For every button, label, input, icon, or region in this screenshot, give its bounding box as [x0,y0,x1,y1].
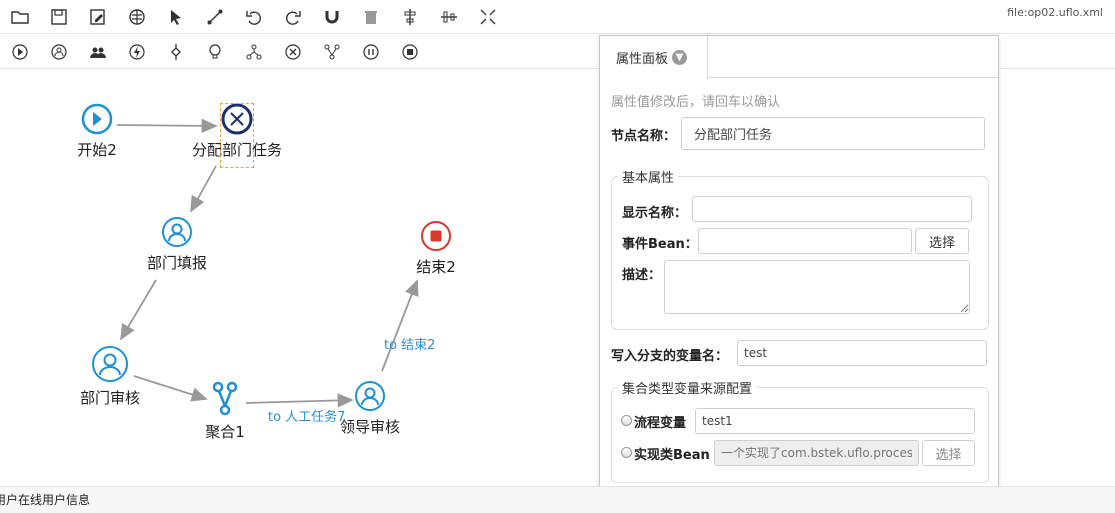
node-end[interactable]: 结束2 [396,220,476,277]
node-audit[interactable]: 部门审核 [70,345,150,408]
description-label: 描述： [622,268,662,283]
redo-icon[interactable] [282,6,304,28]
basic-properties-legend: 基本属性 [618,167,679,186]
event-bean-label: 事件Bean： [622,237,698,252]
impl-bean-select-button: 选择 [922,440,975,466]
node-name-label: 节点名称： [611,129,677,144]
node-label: 部门审核 [79,389,140,407]
open-folder-icon[interactable] [9,6,31,28]
connection-icon[interactable] [204,6,226,28]
event-bean-input[interactable] [698,228,912,254]
edge-leader-end [381,279,419,372]
node-label: 开始2 [77,141,117,159]
property-panel: 属性面板 ▼ 属性值修改后，请回车以确认 节点名称： 基本属性 显示名称： 事件… [599,35,999,487]
description-textarea[interactable] [664,260,970,314]
node-join[interactable]: 聚合1 [185,381,265,442]
display-name-input[interactable] [692,196,972,222]
sub-process-icon[interactable] [360,41,382,63]
node-start[interactable]: 开始2 [61,103,133,160]
selection-box [220,103,254,168]
online-users-status[interactable]: 用户在线用户信息 [0,491,90,508]
panel-hint: 属性值修改后，请回车以确认 [611,95,781,110]
event-bean-select-button[interactable]: 选择 [915,228,969,254]
fork-join-users-icon[interactable] [87,41,109,63]
display-name-label: 显示名称： [622,206,688,221]
node-fill[interactable]: 部门填报 [137,216,217,273]
magnet-icon[interactable] [321,6,343,28]
human-task-icon [92,346,128,382]
collection-source-group [611,387,989,483]
collection-source-legend: 集合类型变量来源配置 [618,378,757,397]
cancel-icon[interactable] [282,41,304,63]
node-label: 聚合1 [205,423,245,441]
action-icon[interactable] [126,41,148,63]
node-name-input[interactable] [681,117,985,150]
align-middle-icon[interactable] [438,6,460,28]
edge-fill-audit [120,279,157,341]
edge-label-to-end[interactable]: to 结束2 [384,334,435,353]
node-label: 领导审核 [339,418,400,436]
node-label: 部门填报 [146,254,207,272]
start-node-icon [81,103,113,135]
node-label: 结束2 [416,258,456,276]
impl-bean-input [714,440,919,466]
fork-icon[interactable] [243,41,265,63]
collapse-arrow-icon[interactable]: ▼ [672,50,688,65]
end-node-icon[interactable] [399,41,421,63]
human-task-icon [355,381,385,411]
main-toolbar: file:op02.uflo.xml [0,0,1115,34]
file-label: file:op02.uflo.xml [1007,6,1103,19]
impl-bean-label: 实现类Bean [634,448,710,463]
tab-properties[interactable]: 属性面板 ▼ [600,36,708,79]
process-var-radio[interactable] [621,415,632,426]
end-node-icon [421,221,451,251]
delete-icon[interactable] [360,6,382,28]
human-task-icon[interactable] [48,41,70,63]
save-icon[interactable] [48,6,70,28]
deploy-icon[interactable] [126,6,148,28]
process-canvas[interactable]: 开始2 分配部门任务 部门填报 部门审核 聚合1 领导审核 结束2 to 结束2… [0,70,600,486]
node-assign[interactable]: 分配部门任务 [182,103,292,168]
branch-variable-label: 写入分支的变量名： [611,349,729,364]
shrink-icon[interactable] [477,6,499,28]
process-var-input[interactable] [695,408,975,434]
impl-bean-radio[interactable] [621,447,632,458]
select-pointer-icon[interactable] [165,6,187,28]
join-icon [212,381,238,416]
branch-variable-input[interactable] [737,340,987,366]
edge-label-to-task[interactable]: to 人工任务7 [268,406,345,425]
panel-tab-bar: 属性面板 ▼ [600,36,998,79]
status-bar: 用户在线用户信息 [0,486,1115,513]
human-task-icon [162,217,192,247]
tab-label: 属性面板 [616,52,669,67]
start-node-icon[interactable] [9,41,31,63]
align-center-icon[interactable] [399,6,421,28]
decision-icon[interactable] [165,41,187,63]
join-icon[interactable] [321,41,343,63]
undo-icon[interactable] [243,6,265,28]
idea-icon[interactable] [204,41,226,63]
save-as-icon[interactable] [87,6,109,28]
edge-assign-fill [190,165,217,213]
process-var-label: 流程变量 [634,416,687,431]
